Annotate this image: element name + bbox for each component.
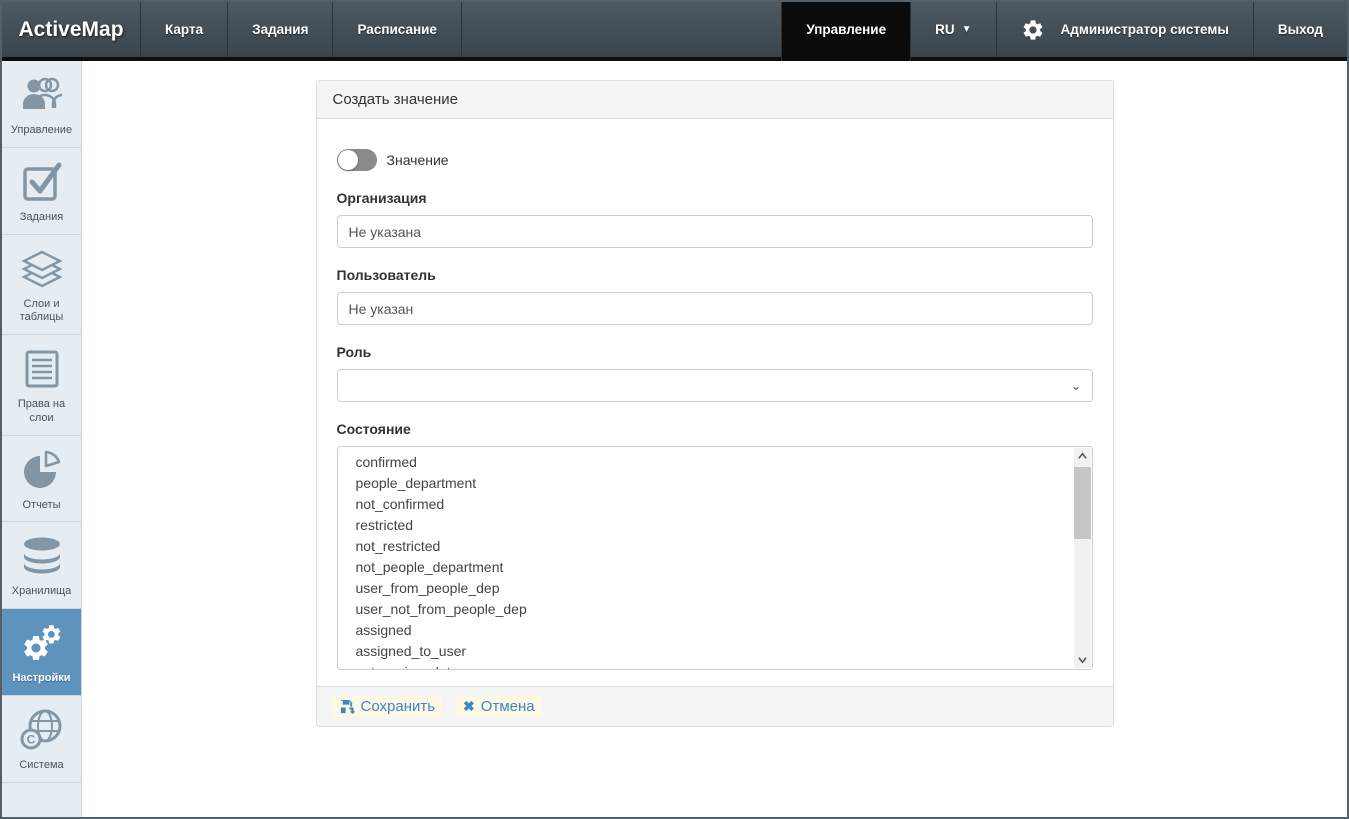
create-value-panel: Создать значение Значение Организация Не… — [316, 80, 1114, 727]
logout-button[interactable]: Выход — [1254, 2, 1347, 57]
left-sidebar: Управление Задания Слои и таблицы — [2, 61, 82, 817]
scroll-up-icon[interactable] — [1074, 448, 1091, 465]
language-dropdown[interactable]: RU ▼ — [911, 2, 996, 57]
sidebar-item-system[interactable]: C Система — [2, 696, 81, 783]
panel-footer: Сохранить ✖ Отмена — [317, 686, 1113, 726]
gear-icon — [1021, 18, 1045, 42]
layers-icon — [19, 246, 65, 292]
listbox-scrollbar[interactable] — [1074, 448, 1091, 668]
state-options-list: confirmedpeople_departmentnot_confirmedr… — [338, 447, 1092, 669]
cancel-button-label: Отмена — [481, 698, 535, 715]
sidebar-item-management[interactable]: Управление — [2, 61, 81, 148]
role-label: Роль — [337, 344, 1093, 360]
sidebar-item-label: Хранилища — [12, 585, 72, 599]
state-listbox[interactable]: confirmedpeople_departmentnot_confirmedr… — [337, 446, 1093, 670]
user-field[interactable]: Не указан — [337, 292, 1093, 325]
sidebar-item-label: Управление — [11, 124, 72, 138]
list-option[interactable]: restricted — [345, 515, 1068, 536]
sidebar-item-tasks[interactable]: Задания — [2, 148, 81, 235]
list-option[interactable]: not_assigned_to_user — [345, 662, 1068, 669]
users-icon — [19, 72, 65, 118]
svg-text:C: C — [26, 732, 35, 746]
nav-tab-tasks[interactable]: Задания — [228, 2, 333, 57]
toggle-knob — [338, 150, 358, 170]
close-icon: ✖ — [463, 698, 475, 715]
admin-account-menu[interactable]: Администратор системы — [997, 2, 1254, 57]
document-lines-icon — [19, 346, 65, 392]
nav-spacer — [462, 2, 781, 57]
main-content: Создать значение Значение Организация Не… — [82, 61, 1347, 817]
pie-chart-icon — [19, 447, 65, 493]
list-option[interactable]: assigned_to_user — [345, 641, 1068, 662]
list-option[interactable]: not_people_department — [345, 557, 1068, 578]
language-label: RU — [935, 22, 955, 37]
list-option[interactable]: people_department — [345, 473, 1068, 494]
list-option[interactable]: confirmed — [345, 452, 1068, 473]
admin-account-label: Администратор системы — [1061, 22, 1229, 37]
sidebar-item-layer-rights[interactable]: Права на слои — [2, 335, 81, 436]
list-option[interactable]: not_confirmed — [345, 494, 1068, 515]
top-navigation-bar: ActiveMap Карта Задания Расписание Управ… — [2, 2, 1347, 61]
sidebar-item-settings[interactable]: Настройки — [2, 609, 81, 696]
tasks-check-icon — [19, 159, 65, 205]
list-option[interactable]: user_from_people_dep — [345, 578, 1068, 599]
panel-title: Создать значение — [317, 81, 1113, 119]
organization-field[interactable]: Не указана — [337, 215, 1093, 248]
state-label: Состояние — [337, 421, 1093, 437]
scroll-down-icon[interactable] — [1074, 651, 1091, 668]
list-option[interactable]: user_not_from_people_dep — [345, 599, 1068, 620]
app-logo[interactable]: ActiveMap — [2, 2, 141, 57]
value-toggle-row: Значение — [337, 149, 1093, 171]
value-toggle[interactable] — [337, 149, 377, 171]
sidebar-item-label: Задания — [20, 211, 63, 225]
sidebar-item-layers[interactable]: Слои и таблицы — [2, 235, 81, 336]
sidebar-item-storage[interactable]: Хранилища — [2, 522, 81, 609]
organization-label: Организация — [337, 190, 1093, 206]
nav-tab-schedule[interactable]: Расписание — [333, 2, 461, 57]
nav-tab-management[interactable]: Управление — [781, 2, 911, 61]
sidebar-item-label: Настройки — [12, 672, 70, 686]
save-button-label: Сохранить — [361, 698, 436, 715]
sidebar-item-label: Права на слои — [5, 398, 78, 426]
gears-icon — [19, 620, 65, 666]
globe-c-icon: C — [19, 707, 65, 753]
sidebar-item-label: Система — [19, 759, 63, 773]
database-icon — [19, 533, 65, 579]
scrollbar-track[interactable] — [1074, 465, 1091, 651]
list-option[interactable]: not_restricted — [345, 536, 1068, 557]
panel-body: Значение Организация Не указана Пользова… — [317, 119, 1113, 686]
scrollbar-thumb[interactable] — [1074, 467, 1091, 539]
chevron-down-icon: ▼ — [962, 24, 972, 35]
sidebar-item-reports[interactable]: Отчеты — [2, 436, 81, 523]
sidebar-item-label: Слои и таблицы — [5, 298, 78, 326]
cancel-button[interactable]: ✖ Отмена — [456, 696, 542, 717]
save-button[interactable]: Сохранить — [333, 696, 443, 717]
chevron-down-icon: ⌄ — [1071, 378, 1082, 394]
sidebar-item-label: Отчеты — [22, 499, 60, 513]
list-option[interactable]: assigned — [345, 620, 1068, 641]
value-toggle-label: Значение — [387, 152, 449, 168]
nav-tab-map[interactable]: Карта — [141, 2, 228, 57]
user-label: Пользователь — [337, 267, 1093, 283]
role-select[interactable]: ⌄ — [337, 369, 1093, 402]
save-icon — [340, 699, 355, 714]
